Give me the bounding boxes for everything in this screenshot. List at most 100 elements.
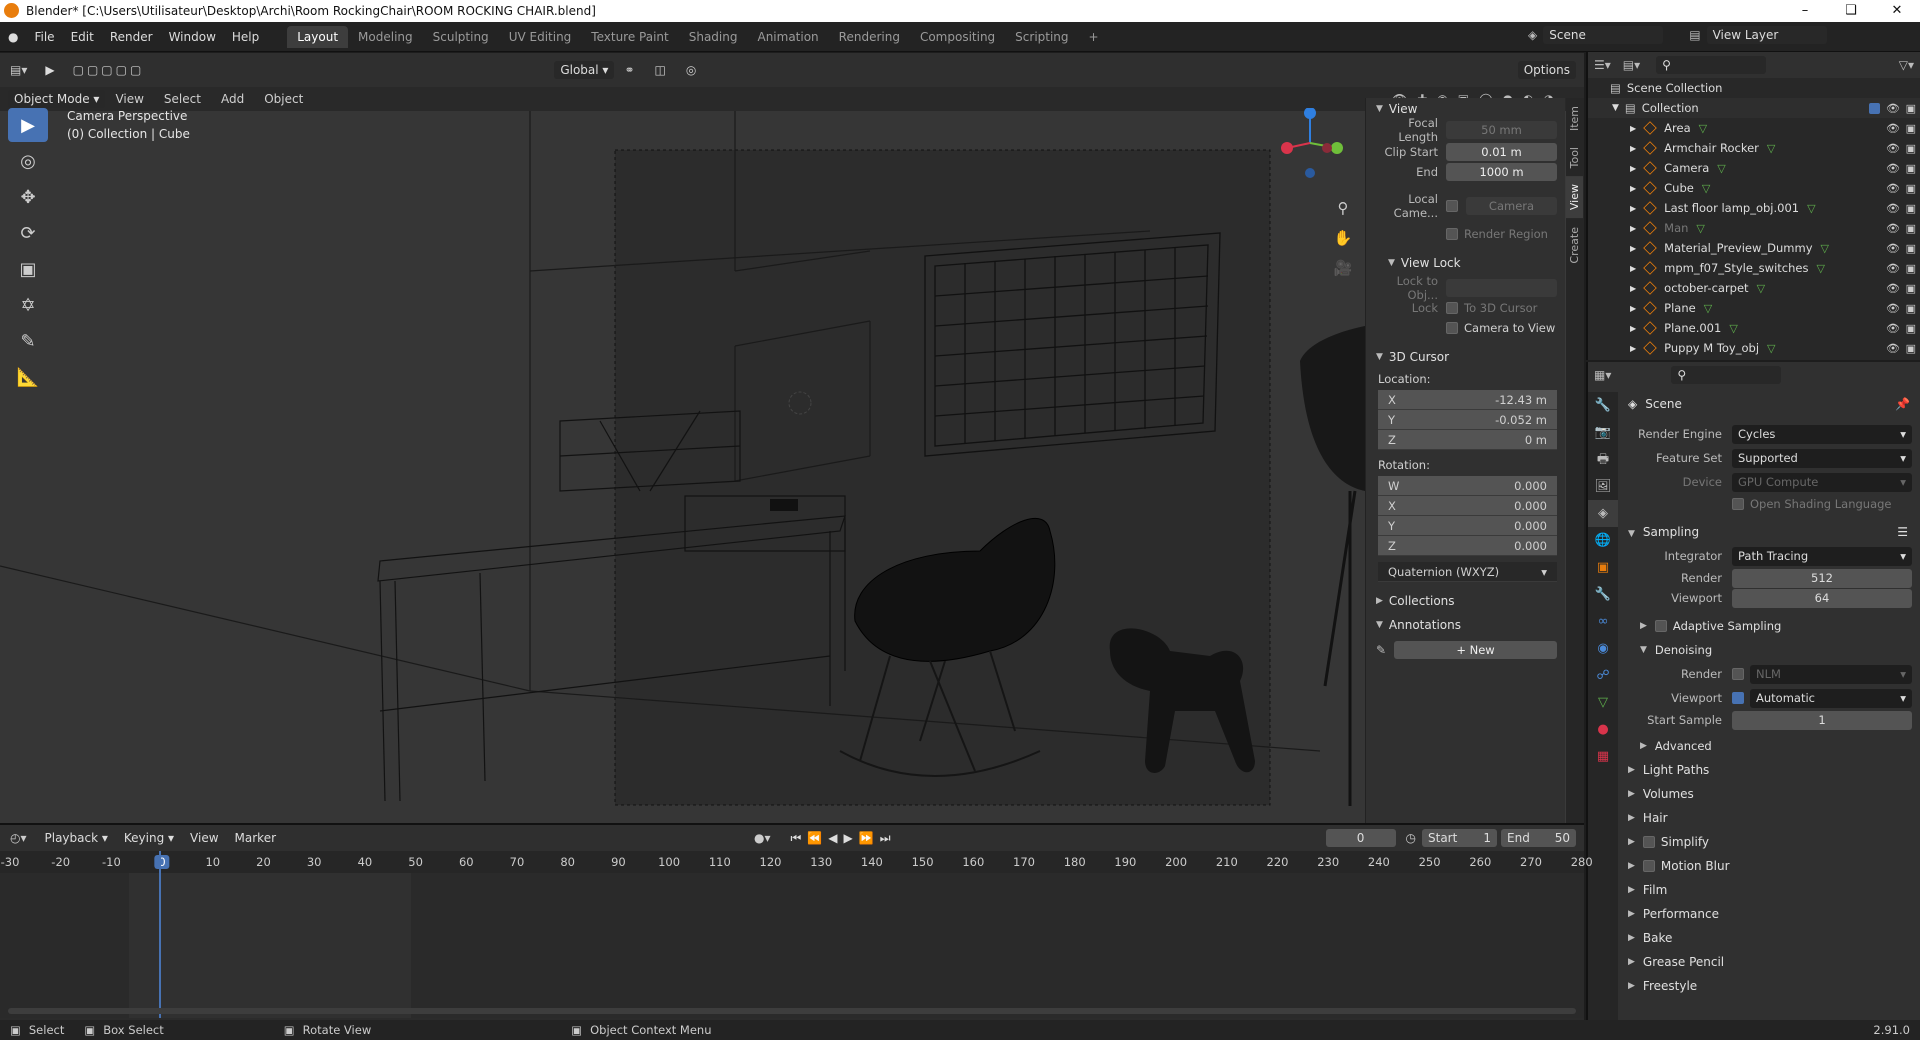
render-camera-icon[interactable]: ▣: [1906, 342, 1916, 355]
visibility-eye-icon[interactable]: 👁: [1886, 182, 1900, 195]
world-tab-icon[interactable]: 🌐: [1588, 527, 1618, 554]
start-frame-field[interactable]: Start 1: [1422, 829, 1497, 847]
tab-tool[interactable]: Tool: [1566, 139, 1583, 176]
visibility-eye-icon[interactable]: 👁: [1886, 222, 1900, 235]
jump-start-icon[interactable]: ⏮: [791, 831, 808, 845]
render-camera-icon[interactable]: ▣: [1906, 162, 1916, 175]
mesh-data-icon[interactable]: ▽: [1767, 142, 1775, 155]
cursor-rotation-y[interactable]: Y 0.000: [1378, 516, 1557, 536]
clip-end-field[interactable]: 1000 m: [1446, 163, 1557, 181]
cursor-location-y[interactable]: Y -0.052 m: [1378, 410, 1557, 430]
viewport-samples-field[interactable]: 64: [1732, 588, 1912, 608]
viewport-menu-view[interactable]: View: [105, 92, 153, 106]
visibility-eye-icon[interactable]: 👁: [1886, 162, 1900, 175]
osl-checkbox[interactable]: [1732, 498, 1744, 510]
properties-section-header[interactable]: ▶ Motion Blur: [1620, 854, 1920, 878]
expand-icon[interactable]: ▶: [1630, 124, 1636, 133]
timeline-menu-keying[interactable]: Keying ▾: [116, 831, 182, 845]
play-icon[interactable]: ▶: [844, 831, 859, 845]
outliner-item[interactable]: ▶ Last floor lamp_obj.001 ▽ 👁 ▣: [1588, 198, 1920, 218]
move-tool-icon[interactable]: ✥: [8, 180, 48, 214]
outliner-item[interactable]: ▶ october-carpet ▽ 👁 ▣: [1588, 278, 1920, 298]
viewport-menu-select[interactable]: Select: [154, 92, 211, 106]
render-tab-icon[interactable]: 📷: [1588, 419, 1618, 446]
cursor-rotation-w[interactable]: W 0.000: [1378, 476, 1557, 496]
blender-menu-icon[interactable]: ●: [0, 30, 26, 44]
viewport-menu-object[interactable]: Object: [254, 92, 313, 106]
timeline-menu-playback[interactable]: Playback ▾: [37, 831, 116, 845]
tab-rendering[interactable]: Rendering: [829, 26, 910, 48]
tab-scripting[interactable]: Scripting: [1005, 26, 1078, 48]
denoise-render-dropdown[interactable]: NLM ▾: [1750, 664, 1912, 684]
frame-ruler[interactable]: -30 -20 -10 0 10 20 30 40 50 60 70 80 90 100 110 120 130…: [0, 851, 1593, 873]
viewport-menu-add[interactable]: Add: [211, 92, 254, 106]
render-region-checkbox[interactable]: [1446, 228, 1458, 240]
clip-start-field[interactable]: 0.01 m: [1446, 143, 1557, 161]
physics-tab-icon[interactable]: ◉: [1588, 635, 1618, 662]
visibility-eye-icon[interactable]: 👁: [1886, 242, 1900, 255]
properties-section-header[interactable]: ▶ Performance: [1620, 902, 1920, 926]
collections-header[interactable]: ▶ Collections: [1366, 590, 1565, 612]
cursor-rotation-x[interactable]: X 0.000: [1378, 496, 1557, 516]
visibility-eye-icon[interactable]: 👁: [1886, 322, 1900, 335]
outliner-search-input[interactable]: ⚲: [1656, 56, 1767, 74]
view-layer-selector[interactable]: View Layer: [1706, 26, 1827, 44]
outliner-item[interactable]: ▶ Plane.001 ▽ 👁 ▣: [1588, 318, 1920, 338]
render-engine-dropdown[interactable]: Cycles ▾: [1732, 424, 1912, 444]
menu-help[interactable]: Help: [224, 30, 267, 44]
visibility-eye-icon[interactable]: 👁: [1886, 122, 1900, 135]
expand-icon[interactable]: ▶: [1630, 324, 1636, 333]
tab-view[interactable]: View: [1566, 176, 1583, 219]
expand-icon[interactable]: ▶: [1630, 224, 1636, 233]
render-camera-icon[interactable]: ▣: [1906, 222, 1916, 235]
outliner-item[interactable]: ▶ Plane ▽ 👁 ▣: [1588, 298, 1920, 318]
timeline-menu-view[interactable]: View: [182, 831, 226, 845]
visibility-eye-icon[interactable]: 👁: [1886, 282, 1900, 295]
tab-layout[interactable]: Layout: [287, 25, 349, 48]
mesh-data-icon[interactable]: ▽: [1702, 182, 1710, 195]
new-annotation-button[interactable]: + New: [1394, 641, 1557, 659]
mesh-data-icon[interactable]: ▽: [1821, 242, 1829, 255]
properties-section-header[interactable]: ▶ Bake: [1620, 926, 1920, 950]
denoising-header[interactable]: ▼ Denoising: [1620, 638, 1920, 662]
feature-set-dropdown[interactable]: Supported ▾: [1732, 448, 1912, 468]
transform-orientation[interactable]: Global ▾: [554, 61, 615, 79]
camera-view-icon[interactable]: 🎥: [1332, 253, 1354, 283]
rotate-tool-icon[interactable]: ⟳: [8, 216, 48, 250]
tab-compositing[interactable]: Compositing: [910, 26, 1005, 48]
select-box-tool-icon[interactable]: ▶: [8, 108, 48, 142]
properties-section-header[interactable]: ▶ Film: [1620, 878, 1920, 902]
outliner-item[interactable]: ▶ Material_Preview_Dummy ▽ 👁 ▣: [1588, 238, 1920, 258]
view-lock-header[interactable]: ▼ View Lock: [1366, 252, 1565, 274]
editor-type-icon[interactable]: ▤▾: [0, 63, 37, 77]
expand-icon[interactable]: ▶: [1630, 164, 1636, 173]
render-camera-icon[interactable]: ▣: [1906, 242, 1916, 255]
box-select-icons[interactable]: ▢▢▢▢▢: [63, 63, 155, 77]
options-dropdown[interactable]: Options: [1517, 61, 1576, 79]
outliner-item[interactable]: ▶ Cube ▽ 👁 ▣: [1588, 178, 1920, 198]
constraints-tab-icon[interactable]: ☍: [1588, 662, 1618, 689]
visibility-eye-icon[interactable]: 👁: [1886, 102, 1900, 115]
transform-tool-icon[interactable]: ✡: [8, 288, 48, 322]
adaptive-sampling-header[interactable]: ▶ Adaptive Sampling: [1620, 614, 1920, 638]
mesh-data-icon[interactable]: ▽: [1699, 122, 1707, 135]
maximize-button[interactable]: ❑: [1828, 0, 1874, 22]
prev-key-icon[interactable]: ⏪: [807, 831, 828, 845]
mesh-data-icon[interactable]: ▽: [1807, 202, 1815, 215]
visibility-eye-icon[interactable]: 👁: [1886, 342, 1900, 355]
rotation-mode-dropdown[interactable]: Quaternion (WXYZ) ▾: [1378, 562, 1557, 582]
render-camera-icon[interactable]: ▣: [1906, 142, 1916, 155]
menu-edit[interactable]: Edit: [63, 30, 102, 44]
pan-hand-icon[interactable]: ✋: [1332, 223, 1354, 253]
expand-icon[interactable]: ▶: [1630, 264, 1636, 273]
section-enable-checkbox[interactable]: [1642, 836, 1655, 848]
navigation-gizmo[interactable]: [1275, 107, 1345, 178]
add-workspace-button[interactable]: +: [1079, 26, 1109, 48]
timeline-menu-marker[interactable]: Marker: [227, 831, 284, 845]
texture-tab-icon[interactable]: ▦: [1588, 743, 1618, 770]
3d-cursor-header[interactable]: ▼ 3D Cursor: [1366, 346, 1565, 368]
render-camera-icon[interactable]: ▣: [1906, 282, 1916, 295]
expand-icon[interactable]: ▶: [1630, 284, 1636, 293]
properties-section-header[interactable]: ▶ Simplify: [1620, 830, 1920, 854]
annotations-header[interactable]: ▼ Annotations: [1366, 614, 1565, 636]
